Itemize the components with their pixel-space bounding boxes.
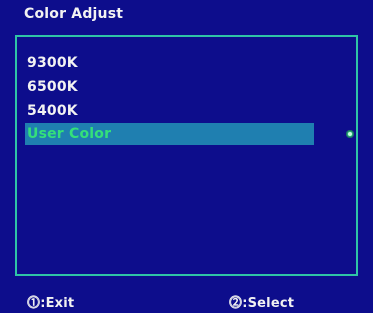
menu-title: Color Adjust <box>24 6 124 22</box>
menu-item-6500k[interactable]: 6500K <box>27 79 78 95</box>
exit-hint: ⓵:Exit <box>27 296 75 311</box>
selected-indicator-icon <box>346 130 354 138</box>
select-hint: ⓶:Select <box>229 296 295 311</box>
osd-menu: Color Adjust 9300K 6500K 5400K User Colo… <box>0 0 373 313</box>
menu-panel: 9300K 6500K 5400K User Color <box>15 35 358 276</box>
menu-item-user-color[interactable]: User Color <box>25 123 314 145</box>
menu-item-5400k[interactable]: 5400K <box>27 103 78 119</box>
menu-item-9300k[interactable]: 9300K <box>27 55 78 71</box>
